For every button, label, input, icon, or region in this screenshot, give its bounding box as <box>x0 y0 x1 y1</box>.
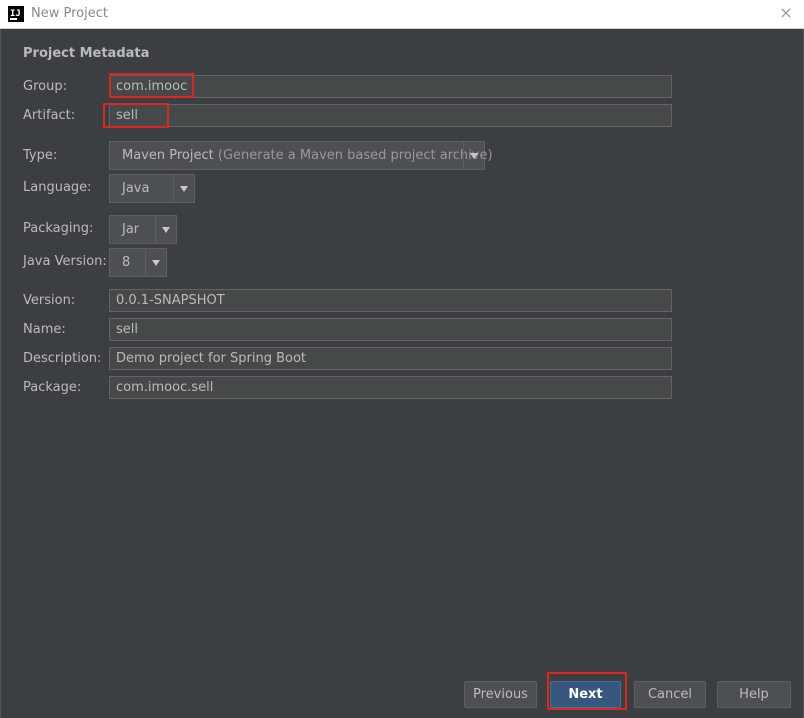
description-field[interactable]: Demo project for Spring Boot <box>109 347 672 370</box>
packaging-value: Jar <box>122 222 140 237</box>
window-title: New Project <box>31 6 108 21</box>
packaging-label: Packaging: <box>23 221 94 236</box>
section-title: Project Metadata <box>23 46 150 61</box>
chevron-down-icon[interactable] <box>173 175 194 202</box>
package-label: Package: <box>23 380 82 395</box>
language-value: Java <box>122 181 150 196</box>
type-select[interactable]: Maven Project (Generate a Maven based pr… <box>109 141 493 170</box>
type-hint: (Generate a Maven based project archive) <box>213 148 493 163</box>
help-button[interactable]: Help <box>717 681 791 708</box>
next-highlight <box>547 672 627 710</box>
window-titlebar: IJ New Project × <box>0 0 804 29</box>
java-version-select[interactable]: 8 <box>109 248 167 277</box>
group-label: Group: <box>23 79 67 94</box>
artifact-highlight <box>103 103 169 128</box>
packaging-select[interactable]: Jar <box>109 215 177 244</box>
language-select[interactable]: Java <box>109 174 195 203</box>
previous-button[interactable]: Previous <box>464 681 537 708</box>
description-label: Description: <box>23 351 102 366</box>
artifact-label: Artifact: <box>23 108 76 123</box>
chevron-down-icon[interactable] <box>145 249 166 276</box>
java-version-label: Java Version: <box>23 254 107 269</box>
package-field[interactable]: com.imooc.sell <box>109 376 672 399</box>
version-label: Version: <box>23 293 76 308</box>
dialog-border-left <box>0 29 1 718</box>
version-field[interactable]: 0.0.1-SNAPSHOT <box>109 289 672 312</box>
name-label: Name: <box>23 322 66 337</box>
java-version-value: 8 <box>122 255 131 270</box>
chevron-down-icon[interactable] <box>155 216 176 243</box>
name-field[interactable]: sell <box>109 318 672 341</box>
artifact-field[interactable]: sell <box>109 104 672 127</box>
group-highlight <box>109 73 194 98</box>
language-label: Language: <box>23 180 92 195</box>
cancel-button[interactable]: Cancel <box>634 681 706 708</box>
chevron-down-icon[interactable] <box>463 142 484 169</box>
type-value: Maven Project <box>122 148 214 163</box>
intellij-icon: IJ <box>8 6 24 22</box>
type-label: Type: <box>23 148 58 163</box>
close-icon[interactable]: × <box>776 3 796 23</box>
